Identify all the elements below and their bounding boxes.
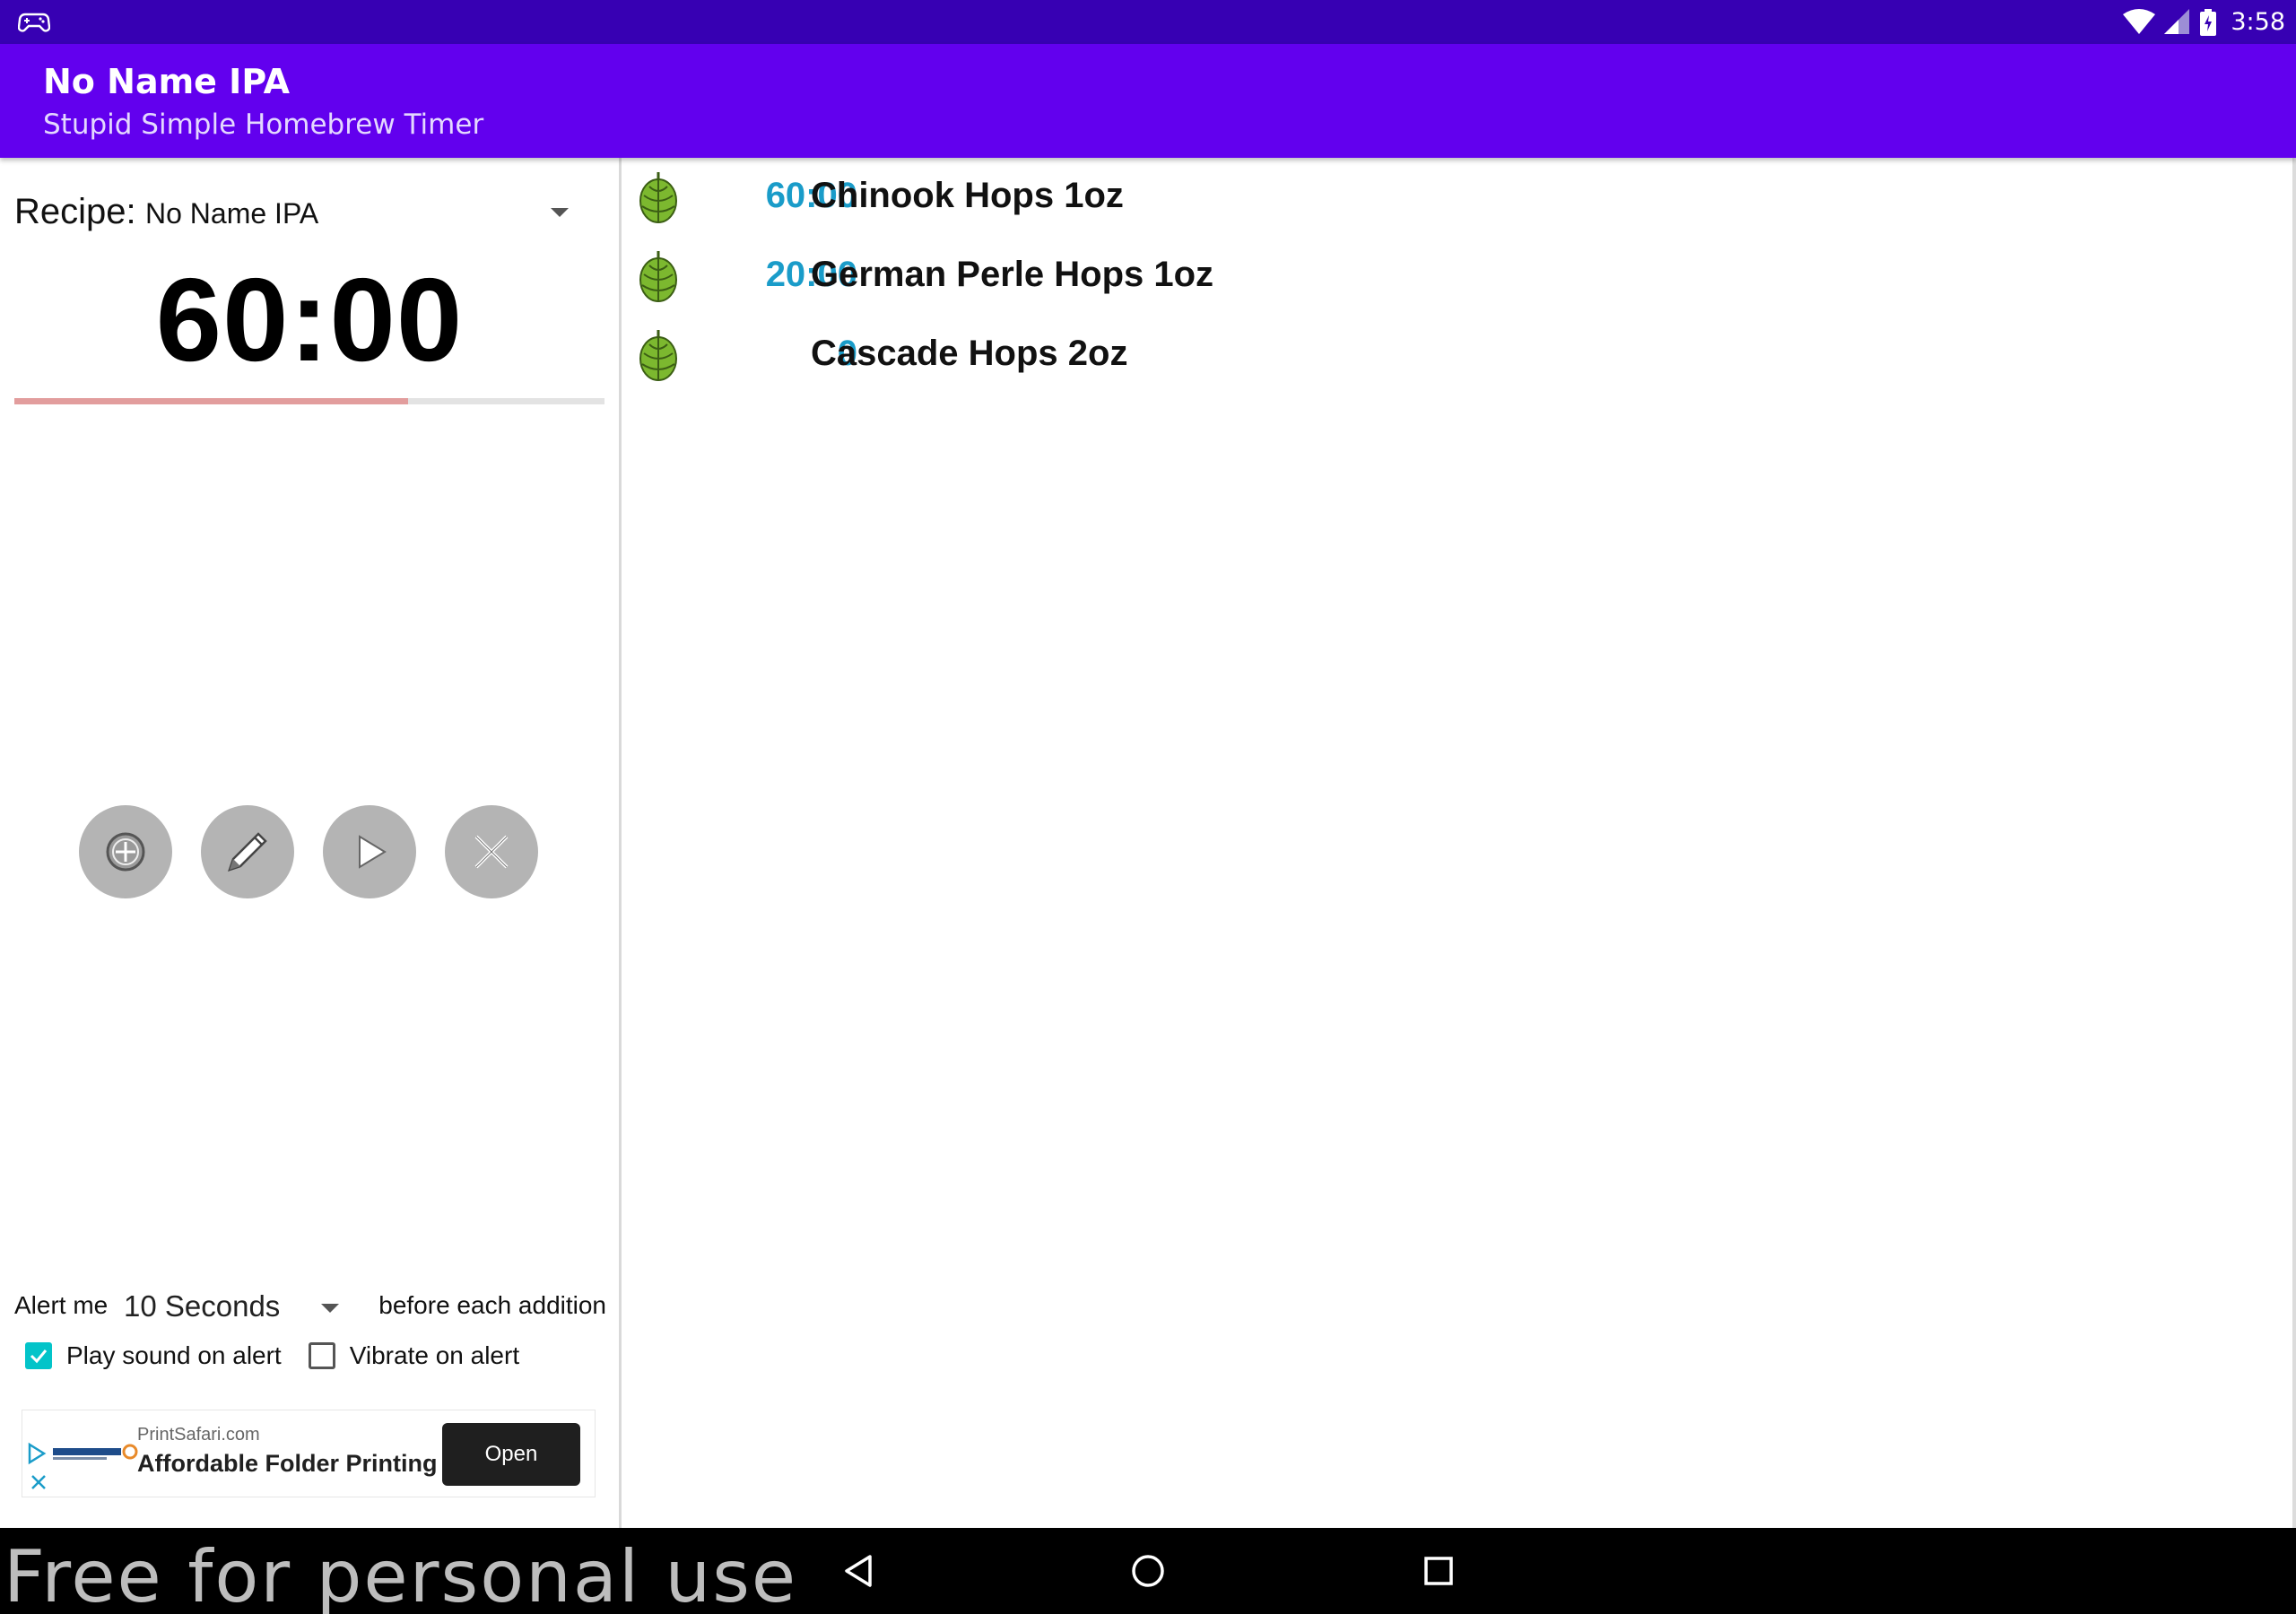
app-title: No Name IPA	[43, 62, 291, 101]
hop-additions-list: 60:00 Chinook Hops 1oz 20:00 German Perl…	[628, 158, 2287, 1528]
battery-charging-icon	[2200, 8, 2217, 36]
recents-icon	[1424, 1557, 1453, 1585]
list-item[interactable]: 60:00 Chinook Hops 1oz	[628, 158, 2287, 237]
timer-controls	[79, 805, 538, 898]
timer-progress-fill	[14, 398, 408, 404]
recipe-label: Recipe:	[14, 192, 136, 231]
home-icon	[1132, 1555, 1164, 1587]
list-item[interactable]: 20:00 German Perle Hops 1oz	[628, 237, 2287, 316]
ad-open-button[interactable]: Open	[442, 1423, 580, 1486]
back-button[interactable]	[838, 1549, 881, 1592]
vibrate-label[interactable]: Vibrate on alert	[350, 1341, 519, 1370]
add-circle-icon	[106, 832, 145, 872]
app-bar: No Name IPA Stupid Simple Homebrew Timer	[0, 44, 2296, 158]
hop-icon	[639, 330, 677, 381]
play-button[interactable]	[323, 805, 416, 898]
pencil-icon	[228, 832, 267, 872]
wifi-icon	[2123, 8, 2156, 34]
printsafari-logo	[28, 1442, 138, 1465]
panel-divider	[619, 158, 622, 1528]
scroll-edge	[2292, 158, 2296, 1528]
timer-display: 60:00	[155, 254, 464, 386]
hop-name: Cascade Hops 2oz	[811, 334, 1128, 373]
checkmark-icon	[30, 1349, 48, 1364]
ad-headline: Affordable Folder Printing	[137, 1450, 438, 1477]
gamepad-icon	[18, 13, 50, 32]
alert-settings-row: Alert me 10 Seconds before each addition	[14, 1286, 606, 1331]
ad-domain: PrintSafari.com	[137, 1425, 260, 1445]
hop-icon	[639, 172, 677, 223]
list-item[interactable]: 0 Cascade Hops 2oz	[628, 316, 2287, 395]
add-button[interactable]	[79, 805, 172, 898]
alert-options-row: Play sound on alert Vibrate on alert	[25, 1341, 519, 1370]
status-time: 3:58	[2231, 8, 2285, 36]
recents-button[interactable]	[1417, 1549, 1460, 1592]
alert-label: Alert me	[14, 1291, 109, 1319]
close-icon	[474, 835, 509, 869]
ad-banner[interactable]: PrintSafari.com Affordable Folder Printi…	[22, 1410, 596, 1497]
chevron-down-icon[interactable]	[321, 1304, 339, 1313]
recipe-spinner[interactable]: No Name IPA	[145, 197, 318, 230]
navigation-bar: Free for personal use	[0, 1528, 2296, 1614]
signal-icon	[2164, 8, 2190, 34]
cancel-button[interactable]	[445, 805, 538, 898]
close-icon[interactable]	[30, 1473, 48, 1491]
vibrate-checkbox[interactable]	[308, 1342, 335, 1369]
hop-name: Chinook Hops 1oz	[811, 176, 1124, 215]
app-subtitle: Stupid Simple Homebrew Timer	[43, 108, 484, 141]
chevron-down-icon[interactable]	[551, 208, 569, 217]
edit-button[interactable]	[201, 805, 294, 898]
hop-name: German Perle Hops 1oz	[811, 255, 1214, 294]
home-button[interactable]	[1126, 1549, 1170, 1592]
play-sound-label[interactable]: Play sound on alert	[66, 1341, 282, 1370]
status-icons: 3:58	[2123, 0, 2285, 44]
play-sound-checkbox[interactable]	[25, 1342, 52, 1369]
watermark-text: Free for personal use	[4, 1535, 798, 1614]
status-bar: 3:58	[0, 0, 2296, 44]
alert-interval-spinner[interactable]: 10 Seconds	[124, 1289, 280, 1323]
back-icon	[845, 1555, 872, 1587]
screen: 3:58 No Name IPA Stupid Simple Homebrew …	[0, 0, 2296, 1614]
hop-icon	[639, 251, 677, 302]
play-icon	[359, 835, 387, 869]
timer-progress-bar	[14, 398, 604, 404]
timer-panel: Recipe: No Name IPA 60:00 Alert me 10 Se…	[0, 158, 619, 1528]
alert-suffix: before each addition	[378, 1291, 606, 1319]
